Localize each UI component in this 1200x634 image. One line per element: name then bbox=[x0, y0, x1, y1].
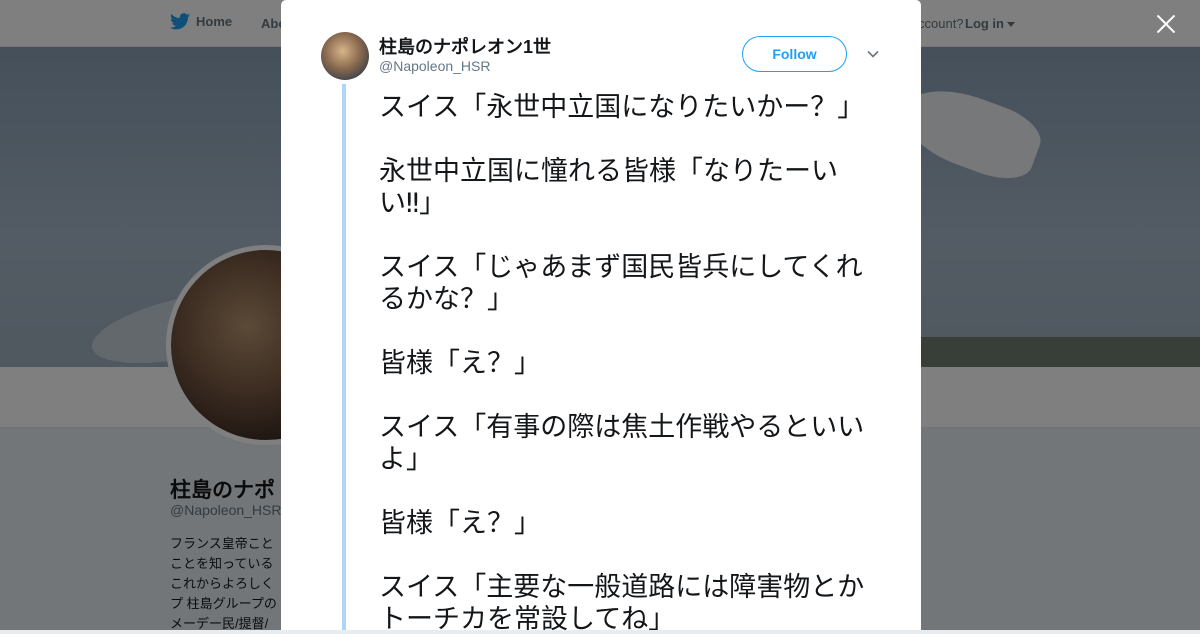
author-name[interactable]: 柱島のナポレオン1世 bbox=[379, 33, 551, 59]
tweet-text: スイス「永世中立国になりたいかー？」 永世中立国に憧れる皆様「なりたーいい‼」 … bbox=[379, 92, 865, 630]
chevron-down-icon[interactable] bbox=[866, 47, 880, 61]
follow-button[interactable]: Follow bbox=[742, 36, 847, 72]
author-avatar[interactable] bbox=[321, 32, 369, 80]
tweet-modal: 柱島のナポレオン1世 @Napoleon_HSR Follow スイス「永世中立… bbox=[281, 0, 921, 630]
author-handle[interactable]: @Napoleon_HSR bbox=[379, 58, 491, 74]
close-icon[interactable] bbox=[1154, 12, 1178, 36]
thread-line bbox=[342, 84, 346, 630]
